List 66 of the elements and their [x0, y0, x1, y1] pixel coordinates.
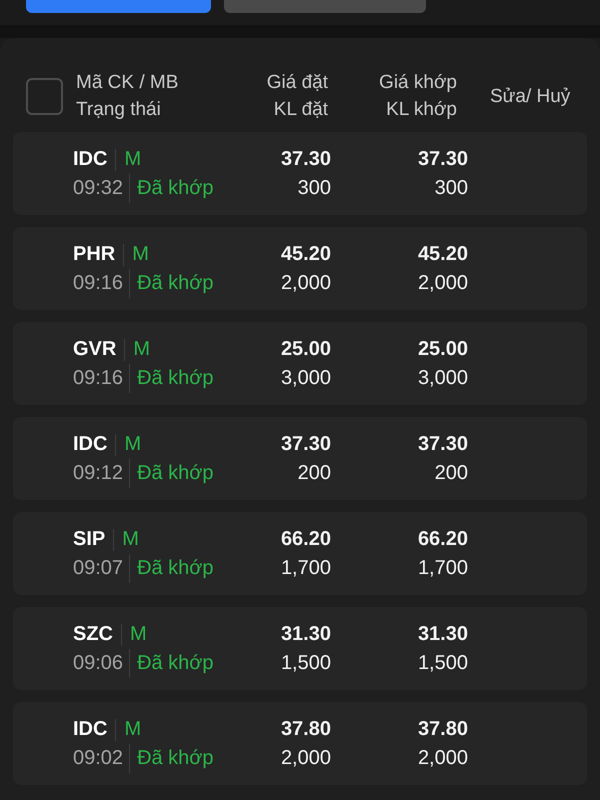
matched-quantity: 200	[434, 461, 468, 486]
order-status: Đã khớp	[137, 557, 214, 580]
order-status: Đã khớp	[137, 177, 214, 200]
order-quantity: 3,000	[280, 366, 331, 391]
select-all-checkbox[interactable]	[26, 78, 63, 114]
order-time: 09:07	[73, 557, 124, 580]
order-price: 45.20	[280, 242, 331, 267]
column-header: KL khớp	[386, 98, 457, 122]
matched-price: 25.00	[418, 337, 468, 362]
order-status: Đã khớp	[137, 652, 214, 675]
order-price: 31.30	[280, 622, 331, 647]
order-side: M	[124, 433, 142, 456]
order-status: Đã khớp	[137, 272, 214, 295]
column-header: Giá khớp	[379, 71, 457, 95]
matched-quantity: 2,000	[418, 746, 468, 771]
order-time: 09:16	[73, 272, 124, 295]
order-price: 37.80	[280, 717, 331, 742]
order-status: Đã khớp	[137, 747, 214, 770]
order-price: 25.00	[280, 337, 331, 362]
order-time: 09:12	[73, 462, 124, 485]
order-price: 66.20	[280, 527, 331, 552]
order-time: 09:16	[73, 367, 124, 390]
matched-quantity: 300	[434, 176, 468, 201]
matched-price: 31.30	[418, 622, 468, 647]
order-side: M	[132, 243, 149, 266]
order-side: M	[130, 623, 147, 646]
stock-symbol: GVR	[73, 338, 116, 361]
matched-price: 37.80	[418, 717, 468, 742]
column-header: Sửa/ Huỷ	[490, 84, 570, 108]
matched-quantity: 2,000	[418, 271, 468, 296]
order-side: M	[124, 148, 142, 171]
matched-price: 37.30	[418, 147, 468, 172]
matched-quantity: 1,700	[418, 556, 468, 581]
column-header: KL đặt	[274, 98, 328, 122]
order-price: 37.30	[280, 147, 331, 172]
stock-symbol: SZC	[73, 623, 113, 646]
order-quantity: 1,500	[280, 651, 331, 676]
order-side: M	[133, 338, 150, 361]
stock-symbol: PHR	[73, 243, 116, 266]
order-time: 09:32	[73, 177, 124, 200]
tab[interactable]	[224, 0, 426, 13]
order-price: 37.30	[280, 432, 331, 457]
order-status: Đã khớp	[137, 367, 214, 390]
matched-price: 37.30	[418, 432, 468, 457]
order-status: Đã khớp	[137, 462, 214, 485]
stock-symbol: SIP	[73, 528, 106, 551]
order-quantity: 1,700	[280, 556, 331, 581]
column-header: Mã CK / MB	[76, 71, 178, 95]
order-quantity: 2,000	[280, 271, 331, 296]
matched-quantity: 1,500	[418, 651, 468, 676]
matched-price: 45.20	[418, 242, 468, 267]
tab[interactable]	[26, 0, 211, 13]
order-quantity: 2,000	[280, 746, 331, 771]
matched-price: 66.20	[418, 527, 468, 552]
order-side: M	[124, 718, 142, 741]
column-header: Giá đặt	[266, 71, 328, 95]
matched-quantity: 3,000	[418, 366, 468, 391]
stock-symbol: IDC	[73, 148, 108, 171]
order-side: M	[122, 528, 139, 551]
order-quantity: 200	[298, 461, 331, 486]
order-time: 09:02	[73, 747, 124, 770]
order-time: 09:06	[73, 652, 124, 675]
column-header: Trạng thái	[76, 98, 161, 122]
order-quantity: 300	[298, 176, 331, 201]
stock-symbol: IDC	[73, 433, 108, 456]
stock-symbol: IDC	[73, 718, 108, 741]
